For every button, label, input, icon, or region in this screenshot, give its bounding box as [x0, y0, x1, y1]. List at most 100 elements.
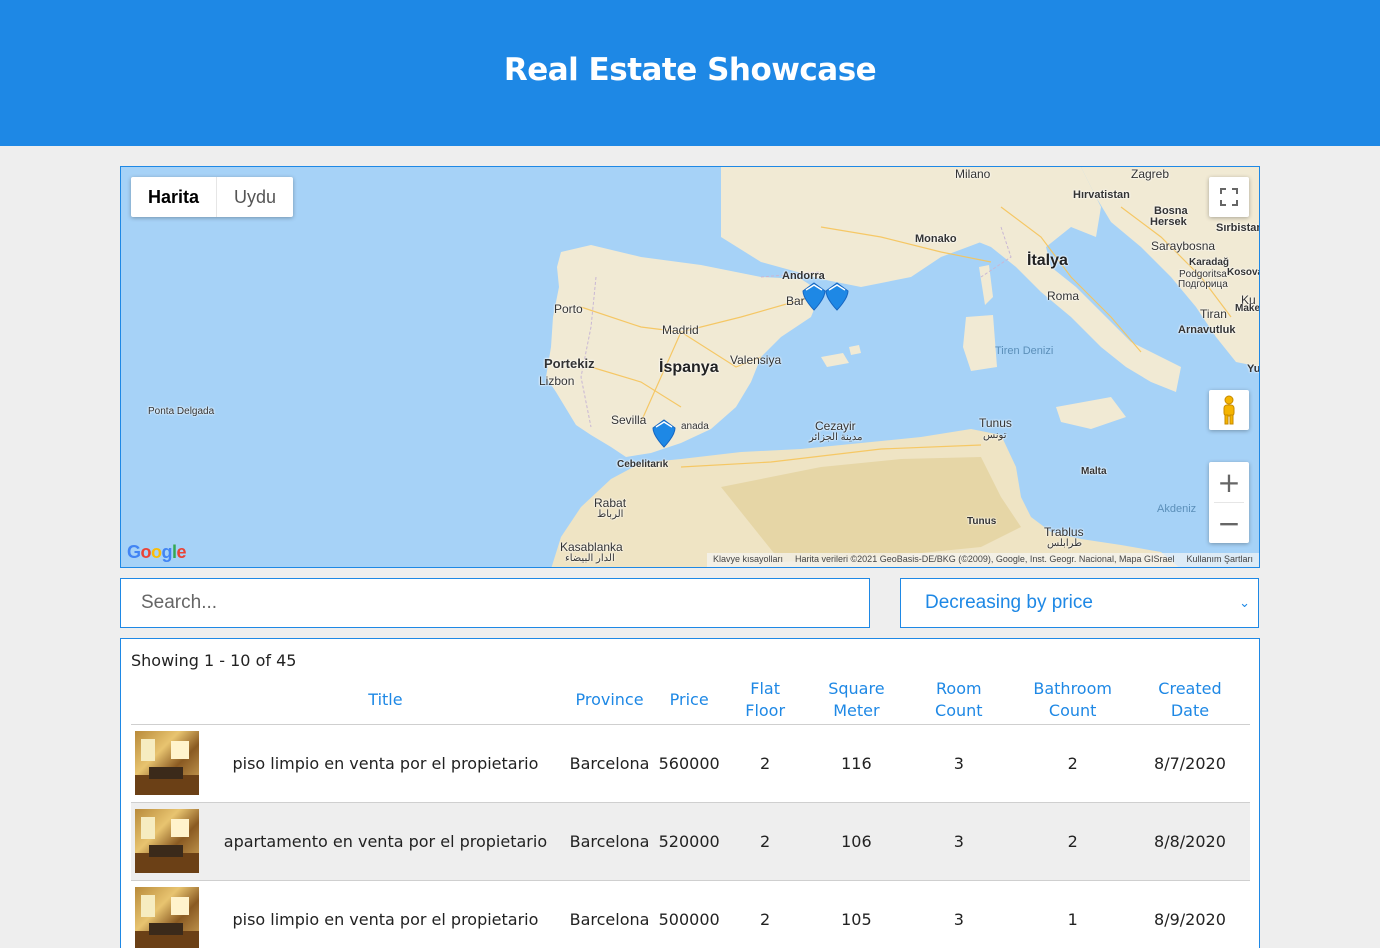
- map-label-kosova: Kosova: [1227, 267, 1260, 278]
- map-label-portekiz: Portekiz: [544, 356, 595, 371]
- map-type-satellite-button[interactable]: Uydu: [217, 177, 293, 217]
- property-thumbnail[interactable]: [135, 809, 199, 873]
- cell-title: apartamento en venta por el propietario: [210, 802, 561, 881]
- col-created-date[interactable]: Created Date: [1129, 676, 1250, 725]
- map-label-roma: Roma: [1047, 289, 1080, 303]
- col-created-date-line1: Created: [1158, 678, 1222, 698]
- fullscreen-icon: [1220, 188, 1238, 206]
- cell-province: Barcelona: [560, 802, 659, 881]
- map-attribution: Klavye kısayolları Harita verileri ©2021…: [707, 553, 1259, 567]
- col-square-meter-line2: Meter: [833, 700, 880, 720]
- col-bathroom-count-line1: Bathroom: [1033, 678, 1112, 698]
- sort-select[interactable]: Decreasing by price ⌄: [900, 578, 1259, 628]
- street-view-button[interactable]: [1209, 390, 1249, 430]
- col-square-meter[interactable]: Square Meter: [810, 676, 903, 725]
- map-label-ponta: Ponta Delgada: [148, 406, 215, 417]
- col-bathroom-count[interactable]: Bathroom Count: [1015, 676, 1130, 725]
- map-marker[interactable]: [651, 416, 677, 448]
- map-label-sevilla: Sevilla: [611, 413, 647, 427]
- col-square-meter-line1: Square: [828, 678, 885, 698]
- cell-created-date: 8/9/2020: [1129, 880, 1250, 948]
- map-label-kasablanka: Kasablanka: [560, 540, 623, 554]
- map-label-sirbistan: Sırbistan: [1216, 222, 1260, 234]
- map-label-cebelitarik: Cebelitarık: [617, 459, 669, 470]
- map-label-milano: Milano: [955, 167, 991, 181]
- cell-created-date: 8/7/2020: [1129, 724, 1250, 803]
- results-table: Title Province Price Flat Floor Square Met…: [131, 676, 1250, 948]
- cell-bathroom-count: 2: [1015, 802, 1130, 881]
- property-thumbnail-cell: [131, 724, 211, 803]
- search-input[interactable]: [120, 578, 870, 628]
- map-label-trablus: Trablus: [1044, 525, 1084, 539]
- col-province[interactable]: Province: [560, 676, 659, 725]
- cell-room-count: 3: [902, 802, 1016, 881]
- map-label-porto: Porto: [554, 302, 583, 316]
- map-label-rabat-ar: الرباط: [597, 509, 624, 520]
- zoom-in-button[interactable]: +: [1209, 462, 1249, 502]
- map-label-cezayir: Cezayir: [815, 419, 856, 433]
- table-row[interactable]: piso limpio en venta por el propietario …: [131, 724, 1250, 803]
- map-label-hersek: Hersek: [1150, 216, 1187, 228]
- keyboard-shortcuts-link[interactable]: Klavye kısayolları: [713, 554, 783, 566]
- map-label-tiran: Tiran: [1200, 307, 1227, 321]
- map-label-akdeniz: Akdeniz: [1157, 503, 1197, 515]
- col-image: [131, 676, 211, 725]
- property-thumbnail[interactable]: [135, 887, 199, 948]
- cell-bathroom-count: 2: [1015, 724, 1130, 803]
- map-label-zagreb: Zagreb: [1131, 167, 1170, 181]
- map-label-ispanya: İspanya: [659, 359, 719, 376]
- map-label-rabat: Rabat: [594, 496, 627, 510]
- cell-province: Barcelona: [560, 880, 659, 948]
- table-row[interactable]: apartamento en venta por el propietario …: [131, 802, 1250, 881]
- map-label-italya: İtalya: [1027, 252, 1068, 269]
- cell-province: Barcelona: [560, 724, 659, 803]
- cell-title: piso limpio en venta por el propietario: [210, 724, 561, 803]
- map-label-tiren: Tiren Denizi: [995, 345, 1054, 357]
- fullscreen-button[interactable]: [1209, 177, 1249, 217]
- col-title[interactable]: Title: [210, 676, 561, 725]
- col-room-count-line1: Room: [936, 678, 982, 698]
- property-thumbnail[interactable]: [135, 731, 199, 795]
- col-flat-floor-line2: Floor: [745, 700, 786, 720]
- sort-selected-value: Decreasing by price: [925, 592, 1093, 613]
- map-label-make: Make: [1235, 303, 1260, 314]
- cell-bathroom-count: 1: [1015, 880, 1130, 948]
- property-map[interactable]: Milano Zagreb Hırvatistan Bosna Hersek S…: [120, 166, 1260, 568]
- col-room-count-line2: Count: [935, 700, 983, 720]
- col-room-count[interactable]: Room Count: [902, 676, 1016, 725]
- app-header: Real Estate Showcase: [0, 0, 1380, 146]
- map-label-valensiya: Valensiya: [730, 353, 782, 367]
- map-label-podgoritsa-cyr: Подгорица: [1178, 279, 1228, 290]
- zoom-out-button[interactable]: −: [1209, 503, 1249, 543]
- chevron-down-icon: ⌄: [1239, 595, 1250, 610]
- cell-price: 560000: [658, 724, 720, 803]
- cell-flat-floor: 2: [719, 880, 811, 948]
- map-label-tunus-country: Tunus: [967, 516, 997, 527]
- col-flat-floor[interactable]: Flat Floor: [719, 676, 811, 725]
- map-data-attribution: Harita verileri ©2021 GeoBasis-DE/BKG (©…: [795, 554, 1175, 564]
- table-row[interactable]: piso limpio en venta por el propietario …: [131, 880, 1250, 948]
- map-label-arnavutluk: Arnavutluk: [1178, 324, 1236, 336]
- cell-room-count: 3: [902, 880, 1016, 948]
- map-type-control: Harita Uydu: [131, 177, 294, 217]
- map-label-tunus: Tunus: [979, 416, 1012, 430]
- col-price[interactable]: Price: [658, 676, 720, 725]
- cell-price: 500000: [658, 880, 720, 948]
- pegman-icon: [1223, 395, 1235, 425]
- zoom-control: + −: [1209, 462, 1249, 543]
- results-panel: Showing 1 - 10 of 45 Title Province Pric…: [120, 638, 1260, 948]
- cell-created-date: 8/8/2020: [1129, 802, 1250, 881]
- property-thumbnail-cell: [131, 802, 211, 881]
- map-type-map-button[interactable]: Harita: [131, 177, 218, 217]
- map-marker[interactable]: [824, 279, 850, 311]
- table-header-row: Title Province Price Flat Floor Square Met…: [131, 676, 1250, 725]
- col-created-date-line2: Date: [1170, 700, 1210, 720]
- terms-link[interactable]: Kullanım Şartları: [1186, 554, 1253, 566]
- cell-square-meter: 116: [810, 724, 903, 803]
- cell-title: piso limpio en venta por el propietario: [210, 880, 561, 948]
- map-label-hirvatistan: Hırvatistan: [1073, 189, 1130, 201]
- map-label-tunus-ar: تونس: [983, 430, 1007, 441]
- cell-square-meter: 105: [810, 880, 903, 948]
- google-logo: Google: [127, 542, 187, 562]
- map-label-cezayir-ar: مدينة الجزائر: [809, 432, 863, 443]
